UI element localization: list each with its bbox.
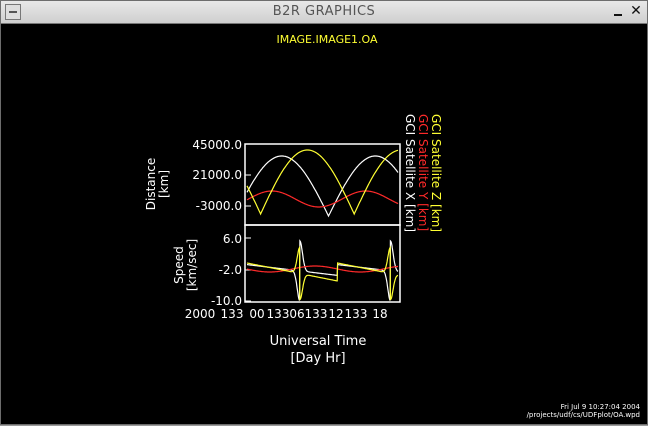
- title-bar[interactable]: B2R GRAPHICS ✕: [1, 1, 647, 24]
- close-button[interactable]: ✕: [629, 4, 643, 18]
- legend-y-label: GCI Satellite Y [km]: [416, 114, 430, 231]
- legend-column-3: GCI Satellite Z [km]: [429, 114, 443, 232]
- x-tick-label: 2000: [185, 307, 216, 321]
- b2r-graphics-window: B2R GRAPHICS ✕ IMAGE.IMAGE1.OA 45000.0 2…: [0, 0, 648, 425]
- speed-panel-frame: [244, 224, 401, 303]
- minimize-button[interactable]: [611, 4, 625, 18]
- x-tick-label: 133: [305, 307, 328, 321]
- window-title: B2R GRAPHICS: [272, 4, 376, 19]
- x-tick-label: 133: [267, 307, 290, 321]
- plot-svg: IMAGE.IMAGE1.OA 45000.0 21000.0 -3000.0 …: [144, 33, 641, 419]
- x-axis-title: Universal Time: [270, 334, 367, 349]
- legend-column-1: GCI Satellite X [km]: [403, 114, 417, 232]
- x-tick-label: 12: [328, 307, 343, 321]
- x-tick-label: 00: [249, 307, 264, 321]
- legend-z-label: GCI Satellite Z [km]: [429, 114, 443, 232]
- x-tick-label: 133: [345, 307, 368, 321]
- y-tick-label: 6.0: [223, 232, 242, 246]
- x-tick-label: 133: [221, 307, 244, 321]
- speed-axis-title: Speed: [172, 246, 186, 284]
- y-tick-label: -10.0: [211, 294, 242, 308]
- distance-axis-unit: [km]: [157, 170, 171, 198]
- speed-axis-unit: [km/sec]: [185, 239, 199, 291]
- image-title: IMAGE.IMAGE1.OA: [276, 33, 378, 46]
- legend-column-2: GCI Satellite Y [km]: [416, 114, 430, 231]
- plot-canvas: IMAGE.IMAGE1.OA 45000.0 21000.0 -3000.0 …: [2, 24, 646, 422]
- x-tick-label: 06: [289, 307, 304, 321]
- y-tick-label: 45000.0: [192, 138, 242, 152]
- y-tick-label: -3000.0: [196, 199, 242, 213]
- distance-axis-title: Distance: [144, 158, 158, 210]
- file-path: /projects/udf/cs/UDFplot/OA.wpd: [527, 411, 640, 419]
- y-tick-label: -2.0: [219, 263, 242, 277]
- x-tick-label: 18: [372, 307, 387, 321]
- x-axis-unit: [Day Hr]: [290, 351, 345, 366]
- y-tick-label: 21000.0: [192, 168, 242, 182]
- legend-x-label: GCI Satellite X [km]: [403, 114, 417, 232]
- timestamp: Fri Jul 9 10:27:04 2004: [561, 403, 641, 411]
